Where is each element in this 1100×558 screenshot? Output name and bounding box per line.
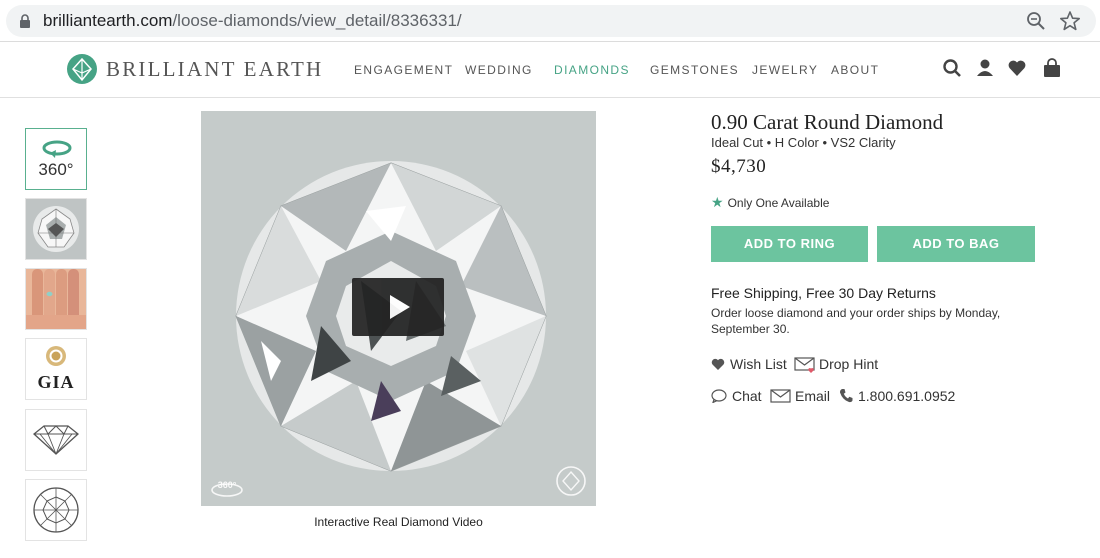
zoom-icon[interactable] (1026, 11, 1046, 31)
gia-seal-icon (46, 346, 66, 366)
thumbnail-360-label: 360° (38, 160, 74, 179)
nav-wedding[interactable]: WEDDING (465, 63, 533, 77)
nav-gemstones[interactable]: GEMSTONES (650, 63, 739, 77)
url-text[interactable]: brilliantearth.com/loose-diamonds/view_d… (43, 11, 462, 31)
thumbnail-360-view[interactable]: 360° (25, 128, 87, 190)
shipping-note: Order loose diamond and your order ships… (711, 306, 1001, 336)
nav-engagement[interactable]: ENGAGEMENT (354, 63, 453, 77)
add-to-bag-button[interactable]: ADD TO BAG (877, 226, 1035, 262)
account-icon[interactable] (975, 57, 995, 79)
wish-list-heart-icon[interactable] (711, 357, 725, 371)
thumbnail-hand-photo[interactable] (25, 268, 87, 330)
nav-jewelry[interactable]: JEWELRY (752, 63, 818, 77)
browser-toolbar: brilliantearth.com/loose-diamonds/view_d… (0, 0, 1100, 42)
email-link[interactable]: Email (795, 388, 830, 404)
phone-number[interactable]: 1.800.691.0952 (858, 388, 955, 404)
video-caption: Interactive Real Diamond Video (314, 515, 483, 529)
product-specs: Ideal Cut • H Color • VS2 Clarity (711, 135, 896, 150)
email-envelope-icon[interactable] (770, 389, 791, 403)
bag-icon[interactable] (1042, 57, 1062, 79)
chat-bubble-icon[interactable] (711, 389, 727, 403)
video-360-badge-label: 360° (218, 480, 237, 490)
product-price: $4,730 (711, 156, 767, 177)
rotate-360-icon (42, 140, 72, 158)
search-icon[interactable] (942, 57, 962, 79)
availability-status: ★ Only One Available (711, 194, 829, 211)
nav-diamonds[interactable]: DIAMONDS (554, 63, 630, 77)
star-icon: ★ (711, 194, 724, 210)
url-path: /loose-diamonds/view_detail/8336331/ (172, 11, 462, 30)
hand-photo-image (26, 269, 86, 329)
product-title: 0.90 Carat Round Diamond (711, 110, 944, 134)
wish-list-link[interactable]: Wish List (730, 356, 787, 372)
brilliant-earth-logo-icon[interactable] (66, 53, 98, 85)
heart-icon[interactable] (1007, 57, 1027, 79)
video-watermark-logo-icon (556, 466, 586, 496)
nav-about[interactable]: ABOUT (831, 63, 879, 77)
bookmark-star-icon[interactable] (1059, 10, 1081, 32)
drop-hint-envelope-icon[interactable] (794, 357, 816, 373)
diamond-video-player[interactable]: 360° (201, 111, 596, 506)
brand-name[interactable]: BRILLIANT EARTH (106, 57, 323, 82)
site-header: BRILLIANT EARTH ENGAGEMENT WEDDING DIAMO… (0, 42, 1100, 98)
play-button[interactable] (352, 278, 444, 336)
availability-text: Only One Available (727, 196, 830, 210)
chat-link[interactable]: Chat (732, 388, 762, 404)
shipping-info: Free Shipping, Free 30 Day Returns (711, 285, 936, 301)
diamond-top-icon (33, 487, 79, 533)
thumbnail-diamond-photo[interactable] (25, 198, 87, 260)
thumbnail-gia-certificate[interactable]: GIA (25, 338, 87, 400)
video-360-badge-icon: 360° (211, 480, 243, 497)
play-icon (390, 295, 410, 319)
address-bar[interactable]: brilliantearth.com/loose-diamonds/view_d… (6, 5, 1096, 37)
url-domain: brilliantearth.com (43, 11, 173, 30)
add-to-ring-button[interactable]: ADD TO RING (711, 226, 868, 262)
drop-hint-link[interactable]: Drop Hint (819, 356, 878, 372)
thumbnail-diamond-top[interactable] (25, 479, 87, 541)
diamond-photo-image (26, 199, 86, 259)
phone-icon[interactable] (839, 388, 853, 403)
diamond-profile-icon (32, 425, 80, 455)
lock-icon (20, 14, 30, 28)
gia-label: GIA (37, 372, 75, 392)
thumbnail-diamond-profile[interactable] (25, 409, 87, 471)
